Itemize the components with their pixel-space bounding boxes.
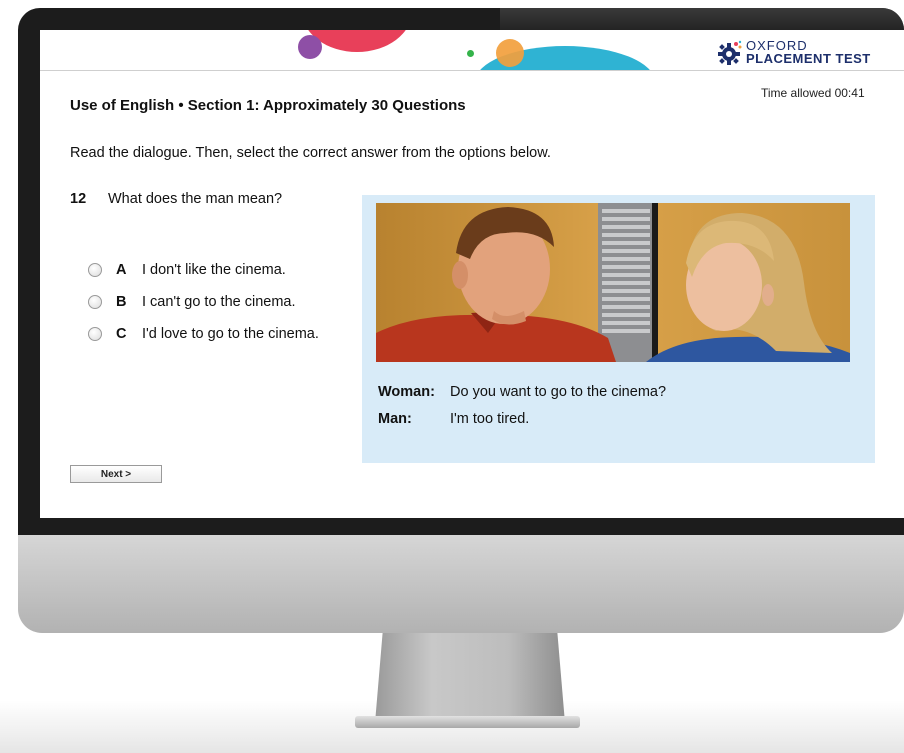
radio-button-icon[interactable] [88, 327, 102, 341]
decorative-circle-green [467, 50, 474, 57]
dialogue-line-man: I'm too tired. [450, 411, 530, 427]
gear-logo-icon [718, 40, 742, 65]
instruction-text: Read the dialogue. Then, select the corr… [70, 145, 551, 161]
decorative-circle-orange [496, 39, 524, 67]
option-text: I don't like the cinema. [142, 262, 286, 278]
option-text: I'd love to go to the cinema. [142, 326, 319, 342]
option-a[interactable]: A I don't like the cinema. [88, 259, 286, 281]
photo-two-people-talking [376, 203, 850, 362]
option-text: I can't go to the cinema. [142, 294, 296, 310]
oxford-placement-test-logo: OXFORD PLACEMENT TEST [716, 38, 896, 66]
speaker-man: Man: [378, 411, 412, 427]
header-band: OXFORD PLACEMENT TEST [40, 30, 904, 71]
option-letter: B [116, 294, 127, 310]
option-letter: A [116, 262, 127, 278]
question-text: What does the man mean? [108, 191, 283, 207]
option-letter: C [116, 326, 127, 342]
time-allowed: Time allowed 00:41 [761, 86, 865, 100]
monitor-chin [18, 535, 904, 633]
radio-button-icon[interactable] [88, 295, 102, 309]
radio-button-icon[interactable] [88, 263, 102, 277]
logo-text-placement-test: PLACEMENT TEST [746, 51, 871, 66]
monitor-stand-neck [375, 633, 565, 723]
option-b[interactable]: B I can't go to the cinema. [88, 291, 296, 313]
decorative-circle-purple [298, 35, 322, 59]
dialogue-panel: Woman: Do you want to go to the cinema? … [362, 195, 875, 463]
next-button[interactable]: Next > [70, 465, 162, 483]
section-title: Use of English • Section 1: Approximatel… [70, 97, 466, 114]
option-c[interactable]: C I'd love to go to the cinema. [88, 323, 319, 345]
test-screen: OXFORD PLACEMENT TEST Time allowed 00:41… [40, 30, 904, 518]
question-number: 12 [70, 191, 87, 207]
monitor-stand-base [355, 716, 580, 728]
dialogue-line-woman: Do you want to go to the cinema? [450, 384, 667, 400]
dialogue-photo [376, 203, 850, 362]
speaker-woman: Woman: [378, 384, 435, 400]
